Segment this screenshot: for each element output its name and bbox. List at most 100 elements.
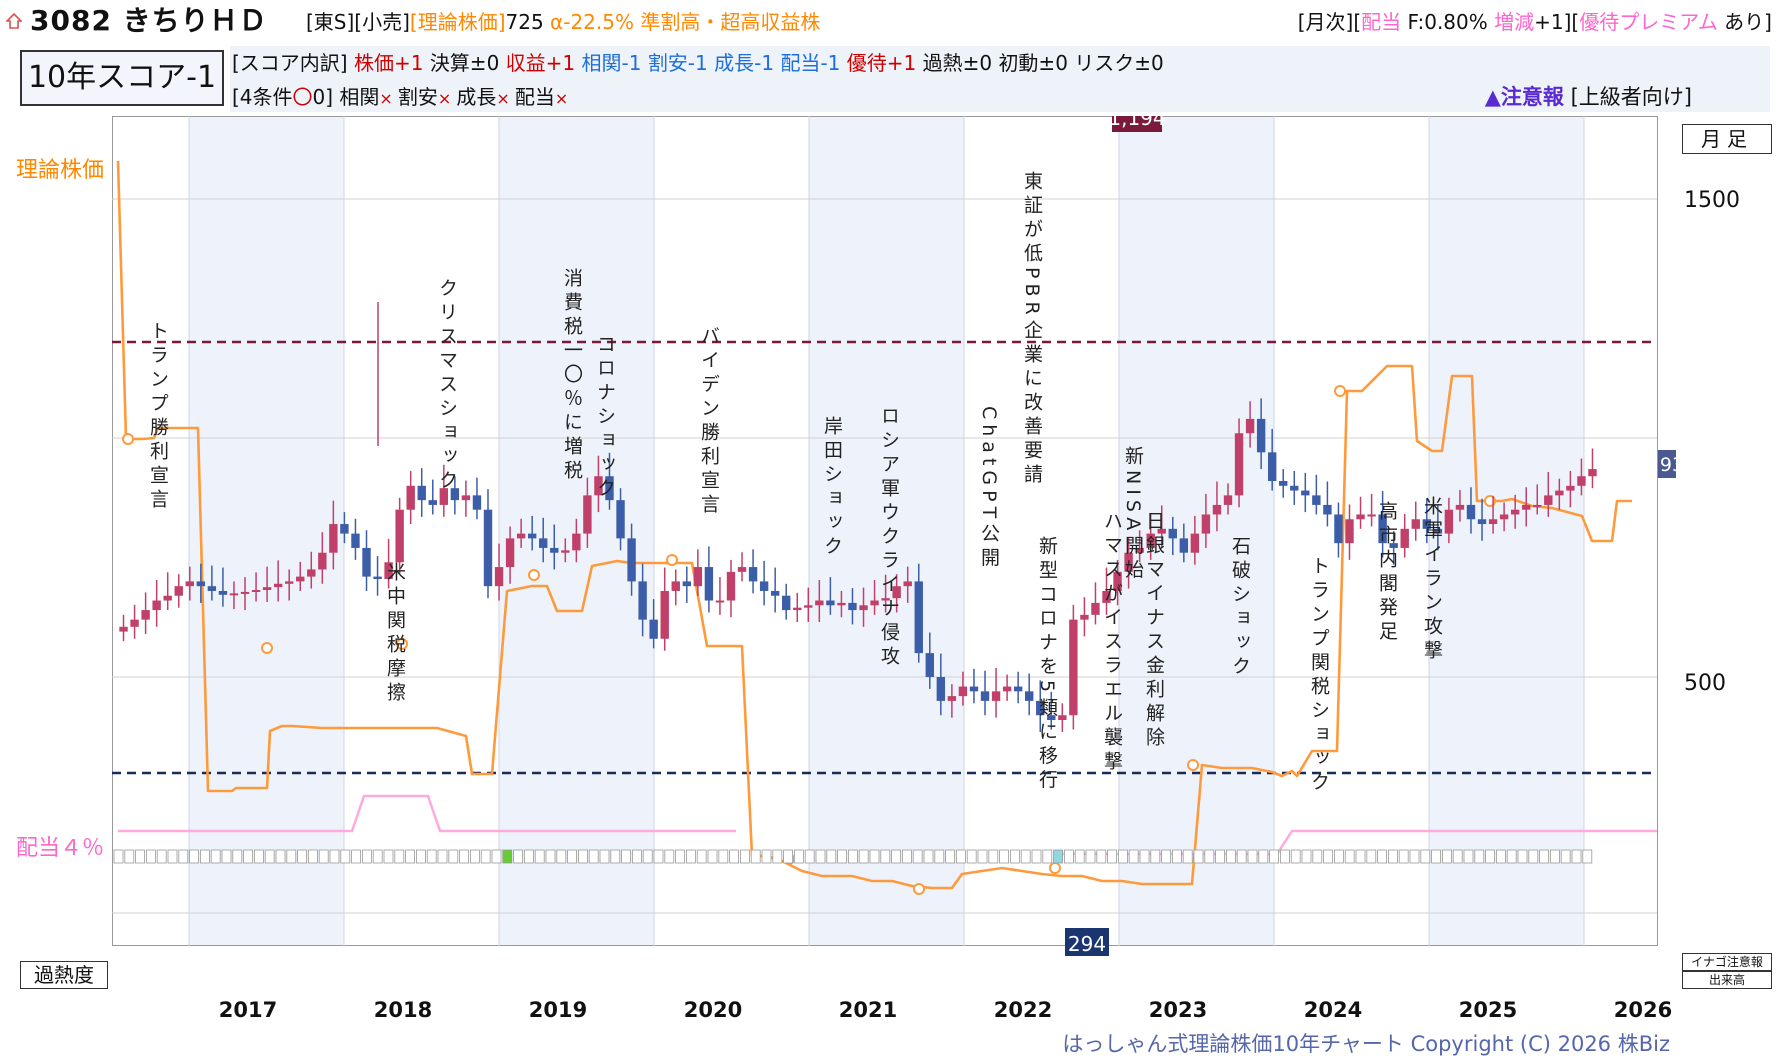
header-bar: 3082 きちりＨＤ [東S][小売][理論株価]725 α-22.5% 準割高… bbox=[0, 4, 1780, 38]
heat-label: 過熱度 bbox=[20, 961, 108, 989]
candle bbox=[1533, 504, 1542, 507]
candle bbox=[1190, 533, 1200, 553]
candle bbox=[229, 593, 239, 596]
heat-cell bbox=[534, 849, 545, 864]
candle bbox=[1334, 514, 1343, 544]
candle bbox=[1356, 514, 1365, 520]
heat-cell bbox=[934, 849, 945, 864]
heat-cell bbox=[491, 849, 502, 864]
heat-cell bbox=[178, 849, 189, 864]
candle bbox=[1168, 528, 1177, 539]
candle bbox=[1002, 686, 1012, 692]
candle bbox=[848, 602, 857, 611]
heat-cell bbox=[1280, 849, 1290, 864]
candle bbox=[1323, 504, 1332, 515]
heat-cell bbox=[1269, 849, 1279, 864]
stock-tags: [東S][小売][理論株価]725 α-22.5% 準割高・超高収益株 bbox=[306, 5, 820, 39]
event-label: バイデン勝利宣言 bbox=[698, 326, 720, 518]
breakdown-item: 過熱±0 bbox=[922, 51, 999, 75]
heat-cell bbox=[621, 849, 632, 864]
breakdown-item: 株価+1 bbox=[353, 51, 430, 75]
year-label-2023: 2023 bbox=[1148, 998, 1208, 1022]
candle bbox=[1555, 490, 1564, 496]
candle bbox=[815, 600, 824, 606]
theory-marker bbox=[1334, 385, 1346, 397]
condition-item: 配当 bbox=[514, 85, 555, 109]
candle bbox=[340, 524, 349, 534]
heat-cell bbox=[1506, 849, 1517, 864]
heat-cell bbox=[307, 849, 318, 864]
heat-cell bbox=[1074, 849, 1085, 864]
heat-cell bbox=[1398, 849, 1409, 864]
heat-cell bbox=[804, 849, 815, 864]
candle bbox=[119, 626, 128, 632]
heat-cell bbox=[1064, 849, 1074, 864]
heat-cell bbox=[124, 849, 135, 864]
candle bbox=[395, 509, 404, 563]
candle bbox=[185, 581, 194, 587]
heat-cell bbox=[1344, 849, 1355, 864]
candle bbox=[737, 567, 747, 572]
heat-cell bbox=[1550, 849, 1560, 864]
year-label-2017: 2017 bbox=[218, 998, 278, 1022]
year-band bbox=[189, 117, 344, 945]
heat-cell bbox=[740, 849, 750, 864]
min-price-label: 294 bbox=[1068, 932, 1106, 956]
price-chart: 1,194 294 935 トランプ勝利宣言米中関税摩擦 クリスマスショック 消費税一〇％… bbox=[112, 116, 1676, 956]
candle bbox=[141, 610, 150, 620]
monthly-tag: [月次][ bbox=[1297, 10, 1362, 34]
candle bbox=[505, 538, 515, 568]
event-label: 東証が低PBR企業に改善要請 bbox=[1021, 171, 1043, 488]
candle bbox=[682, 581, 692, 587]
y-tick-500: 500 bbox=[1684, 671, 1726, 696]
year-label-2022: 2022 bbox=[993, 998, 1053, 1022]
heat-cell bbox=[1290, 849, 1301, 864]
condition-x: × bbox=[554, 89, 569, 108]
candle bbox=[1510, 509, 1520, 515]
candle bbox=[638, 581, 647, 620]
monthly-button[interactable]: 月足 bbox=[1682, 124, 1772, 154]
heat-cell bbox=[696, 849, 707, 864]
breakdown-item: 成長-1 bbox=[714, 51, 781, 75]
heat-cell bbox=[318, 849, 329, 864]
candle bbox=[417, 485, 426, 501]
dividend-value: F:0.80% bbox=[1401, 10, 1495, 34]
event-label: 新NISA開始 bbox=[1122, 446, 1144, 584]
score-breakdown: [スコア内訳] 株価+1 決算±0 収益+1 相関-1 割安-1 成長-1 配当… bbox=[232, 48, 1164, 78]
heat-cell bbox=[599, 849, 610, 864]
heat-cell bbox=[1517, 849, 1528, 864]
condition-item: 成長 bbox=[456, 85, 497, 109]
increase-value: +1][ bbox=[1534, 10, 1580, 34]
candle bbox=[1312, 495, 1321, 505]
yutai-value: あり] bbox=[1717, 10, 1772, 34]
max-price-label: 1,194 bbox=[1108, 116, 1165, 130]
candle bbox=[1499, 514, 1509, 520]
candle bbox=[1069, 619, 1078, 716]
candle bbox=[1080, 614, 1089, 620]
candle bbox=[859, 605, 868, 611]
heat-cell bbox=[1539, 849, 1549, 864]
home-icon[interactable] bbox=[6, 13, 22, 29]
heat-cell bbox=[707, 849, 718, 864]
theory-marker bbox=[913, 883, 925, 895]
candle bbox=[693, 567, 703, 587]
heat-cell bbox=[383, 849, 394, 864]
theory-marker bbox=[1187, 759, 1199, 771]
heat-cell bbox=[686, 849, 696, 864]
candle bbox=[826, 600, 835, 606]
heat-cell bbox=[729, 849, 739, 864]
heat-cell bbox=[1053, 849, 1063, 864]
candle bbox=[1477, 519, 1487, 525]
candle bbox=[1400, 528, 1409, 548]
candle bbox=[329, 524, 338, 553]
last-price-label: 935 bbox=[1660, 454, 1676, 476]
event-label: 米中関税摩擦 bbox=[384, 562, 406, 706]
event-label: ハマスがイスラエル襲撃 bbox=[1101, 511, 1123, 775]
event-label: クリスマスショック bbox=[436, 278, 458, 494]
heat-cell bbox=[513, 849, 524, 864]
heat-cell bbox=[632, 849, 642, 864]
right-tags: [月次][配当 F:0.80% 増減+1][優待プレミアム あり] bbox=[1298, 5, 1772, 39]
breakdown-item: 相関-1 bbox=[581, 51, 648, 75]
candle bbox=[969, 686, 979, 692]
warning-label[interactable]: ▲注意報 [上級者向け] bbox=[1485, 82, 1692, 112]
